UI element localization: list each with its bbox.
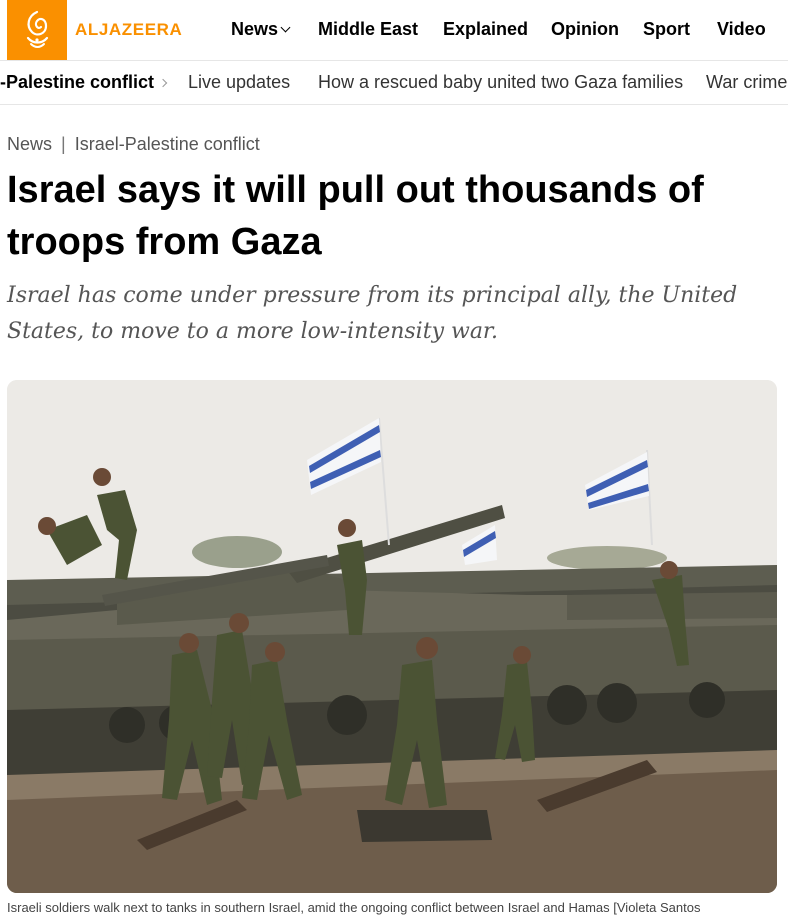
topic-subnav: -Palestine conflict Live updates How a r…: [0, 61, 788, 105]
nav-item-opinion[interactable]: Opinion: [551, 19, 619, 40]
nav-item-news[interactable]: News: [231, 19, 291, 40]
image-caption: Israeli soldiers walk next to tanks in s…: [7, 900, 701, 915]
breadcrumb-separator: |: [61, 134, 66, 154]
breadcrumb-section-link[interactable]: News: [7, 134, 52, 154]
chevron-down-icon: [280, 22, 291, 33]
top-navbar: ALJAZEERA News Middle East Explained Opi…: [0, 0, 788, 61]
nav-item-label: News: [231, 19, 279, 39]
nav-item-middle-east[interactable]: Middle East: [318, 19, 418, 40]
hero-image: [7, 380, 777, 893]
subnav-item-topic[interactable]: -Palestine conflict: [0, 72, 168, 93]
hero-photo-illustration: [7, 380, 777, 893]
subnav-item-live-updates[interactable]: Live updates: [188, 72, 290, 93]
chevron-right-icon: [158, 78, 168, 88]
nav-item-sport[interactable]: Sport: [643, 19, 690, 40]
nav-item-video[interactable]: Video: [717, 19, 766, 40]
subnav-item-rescued-baby[interactable]: How a rescued baby united two Gaza famil…: [318, 72, 683, 93]
aljazeera-logo-icon[interactable]: [7, 0, 67, 60]
subnav-topic-label: -Palestine conflict: [0, 72, 155, 92]
article-headline: Israel says it will pull out thousands o…: [7, 169, 704, 263]
nav-item-explained[interactable]: Explained: [443, 19, 528, 40]
brand-wordmark[interactable]: ALJAZEERA: [75, 20, 182, 40]
breadcrumb: News | Israel-Palestine conflict: [7, 134, 260, 155]
breadcrumb-topic-link[interactable]: Israel-Palestine conflict: [75, 134, 260, 154]
article-standfirst: Israel has come under pressure from its …: [7, 283, 738, 344]
subnav-item-war-crimes[interactable]: War crimes: [706, 72, 788, 93]
